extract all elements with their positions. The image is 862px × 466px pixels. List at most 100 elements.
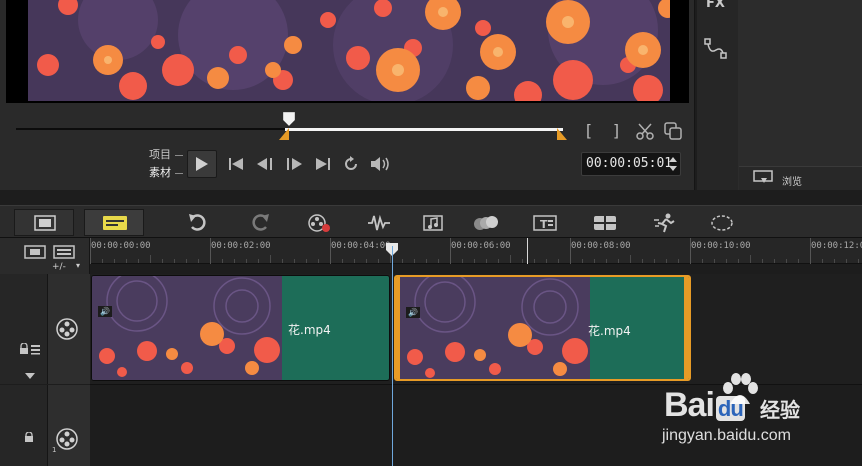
motion-path-icon[interactable] <box>704 38 728 60</box>
ruler-minor-tick <box>114 259 115 263</box>
ruler-minor-tick <box>414 259 415 263</box>
video-clip-selected[interactable]: 🔊 花.mp4 <box>394 275 691 381</box>
browse-button[interactable]: 浏览 <box>782 173 802 188</box>
undo-icon[interactable] <box>187 213 211 233</box>
prev-frame-icon[interactable] <box>255 157 275 171</box>
ruler-minor-tick <box>342 259 343 263</box>
watermark-brand: Bai du <box>664 386 745 424</box>
timeline-ruler[interactable]: 00:00:00:00 00:00:02:00 00:00:04:00 00:00:0… <box>90 238 862 264</box>
clip-name: 花.mp4 <box>588 324 631 338</box>
overlay-track-icon[interactable] <box>56 428 78 450</box>
clip-trim-handle-right[interactable] <box>684 277 689 379</box>
record-icon[interactable] <box>307 213 331 233</box>
trim-end-handle[interactable] <box>557 128 567 140</box>
ruler-minor-tick <box>246 259 247 263</box>
ruler-minor-tick <box>294 259 295 263</box>
mode-divider <box>175 155 183 156</box>
ruler-major-tick <box>90 238 91 264</box>
ruler-minor-tick <box>654 259 655 263</box>
watermark-cn: 经验 <box>760 398 800 422</box>
storyboard-view-button[interactable] <box>14 209 74 236</box>
ruler-minor-tick <box>126 259 127 263</box>
mark-in-button[interactable]: [ <box>582 123 596 139</box>
scrubber-track[interactable] <box>16 128 289 130</box>
go-start-icon[interactable] <box>228 157 244 171</box>
ruler-minor-tick <box>402 259 403 263</box>
ruler-minor-tick <box>102 259 103 263</box>
ruler-minor-tick <box>846 259 847 263</box>
timecode-value: 00:00:05:01 <box>586 156 673 171</box>
ruler-minor-tick <box>702 259 703 263</box>
fx-category-button[interactable]: FX <box>706 0 725 11</box>
mode-clip-label[interactable]: 素材 <box>149 167 171 179</box>
ruler-minor-tick <box>438 259 439 263</box>
video-track-icon[interactable] <box>56 318 78 340</box>
ruler-minor-tick <box>258 259 259 263</box>
clip-thumbnail: 🔊 <box>400 277 590 379</box>
ruler-minor-tick <box>714 259 715 263</box>
ruler-tick-label: 00:00:08:00 <box>571 241 631 251</box>
timeline-playhead-line <box>392 246 393 466</box>
preview-window <box>6 0 689 103</box>
auto-music-icon[interactable] <box>422 213 446 233</box>
chevron-down-icon[interactable]: ▾ <box>76 261 80 270</box>
mask-icon[interactable] <box>710 213 734 233</box>
ruler-minor-tick <box>162 259 163 263</box>
clip-trim-handle-left[interactable] <box>396 277 400 379</box>
ruler-minor-tick <box>366 259 367 263</box>
ruler-minor-tick <box>666 259 667 263</box>
motion-icon[interactable] <box>653 213 677 233</box>
repeat-icon[interactable] <box>343 156 359 172</box>
video-clip[interactable]: 🔊 花.mp4 <box>91 275 390 381</box>
lock-track-icon[interactable] <box>24 432 36 442</box>
scrubber-playhead-handle[interactable] <box>283 112 295 126</box>
filmstrip-icon <box>34 215 56 231</box>
timeline-view-button[interactable] <box>84 209 144 236</box>
ruler-minor-tick <box>546 259 547 263</box>
ruler-minor-tick <box>630 255 631 263</box>
ruler-minor-tick <box>642 259 643 263</box>
clip-name: 花.mp4 <box>288 323 331 337</box>
cut-icon[interactable] <box>636 122 654 140</box>
expand-track-icon[interactable] <box>24 372 36 380</box>
ruler-minor-tick <box>510 255 511 263</box>
multicam-icon[interactable] <box>472 213 500 233</box>
redo-icon[interactable] <box>247 213 271 233</box>
ruler-minor-tick <box>234 259 235 263</box>
ruler-tick-label: 00:00:12:00 <box>811 241 862 251</box>
show-all-tracks-icon[interactable] <box>24 245 46 259</box>
audio-indicator-icon: 🔊 <box>98 306 112 317</box>
lock-track-icon[interactable] <box>19 343 41 355</box>
browse-icon[interactable] <box>753 169 775 185</box>
copy-icon[interactable] <box>664 122 682 140</box>
timecode-spinner-icon[interactable] <box>668 155 678 173</box>
track-manager-icon[interactable] <box>53 245 75 259</box>
add-remove-chapter-button[interactable]: +/- <box>52 262 66 272</box>
ruler-minor-tick <box>774 259 775 263</box>
ruler-minor-tick <box>354 259 355 263</box>
ruler-major-tick <box>570 238 571 264</box>
ruler-minor-tick <box>678 259 679 263</box>
audio-mix-icon[interactable] <box>367 213 391 233</box>
play-button[interactable] <box>187 150 217 178</box>
ruler-minor-tick <box>558 259 559 263</box>
mark-out-button[interactable]: ] <box>609 123 623 139</box>
next-frame-icon[interactable] <box>284 157 304 171</box>
audio-indicator-icon: 🔊 <box>406 307 420 318</box>
ruler-minor-tick <box>606 259 607 263</box>
ruler-minor-tick <box>786 259 787 263</box>
trim-start-handle[interactable] <box>279 128 289 140</box>
ruler-tick-label: 00:00:04:00 <box>331 241 391 251</box>
mode-project-label[interactable]: 项目 <box>149 149 171 161</box>
ruler-tick-label: 00:00:06:00 <box>451 241 511 251</box>
ruler-minor-tick <box>498 259 499 263</box>
ruler-minor-tick <box>138 259 139 263</box>
volume-icon[interactable] <box>370 156 392 172</box>
split-screen-icon[interactable] <box>593 213 617 233</box>
go-end-icon[interactable] <box>315 157 331 171</box>
trim-selection-range[interactable] <box>285 128 563 131</box>
title-icon[interactable]: T <box>533 213 557 233</box>
ruler-minor-tick <box>618 259 619 263</box>
ruler-minor-tick <box>198 259 199 263</box>
timecode-field[interactable]: 00:00:05:01 <box>581 152 681 176</box>
